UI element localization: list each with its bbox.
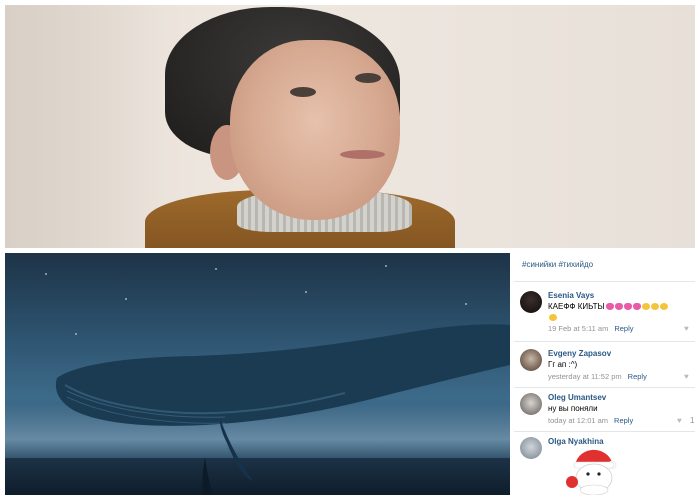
heart-icon[interactable]: ♥ xyxy=(684,324,689,333)
comments-panel: #синийки #тихийдо Esenia Vays КАЕФФ КИЬТ… xyxy=(514,253,695,495)
right-eye xyxy=(355,73,381,83)
whale-silhouette xyxy=(56,324,510,495)
comment-author[interactable]: Oleg Umantsev xyxy=(548,393,606,402)
avatar[interactable] xyxy=(520,437,542,459)
comment-meta: yesterday at 11:52 pm Reply xyxy=(548,372,647,381)
face-shape xyxy=(230,40,400,220)
heart-icon[interactable]: ♥ xyxy=(677,416,682,425)
left-eye xyxy=(290,87,316,97)
avatar[interactable] xyxy=(520,291,542,313)
comment-date[interactable]: yesterday at 11:52 pm xyxy=(548,372,622,381)
pink-heart-emoji xyxy=(632,303,641,310)
reply-link[interactable]: Reply xyxy=(628,372,647,381)
avatar[interactable] xyxy=(520,349,542,371)
comment-text: ну вы поняли xyxy=(548,404,598,413)
comment-text: КАЕФФ КИЬТЫ xyxy=(548,302,668,311)
crying-face-emoji xyxy=(641,303,650,310)
pink-heart-emoji xyxy=(614,303,623,310)
comment-text-line2 xyxy=(548,313,557,322)
reply-link[interactable]: Reply xyxy=(614,324,633,333)
comment-item: Evgeny Zapasov Гг ап :^) yesterday at 11… xyxy=(514,347,695,387)
comment-author[interactable]: Esenia Vays xyxy=(548,291,594,300)
blue-whale-photo xyxy=(5,253,510,495)
divider xyxy=(514,387,695,388)
reply-link[interactable]: Reply xyxy=(614,416,633,425)
comment-item: Esenia Vays КАЕФФ КИЬТЫ 19 Feb at 5:11 a… xyxy=(514,289,695,337)
crying-face-emoji xyxy=(650,303,659,310)
divider xyxy=(514,341,695,342)
heart-icon[interactable]: ♥ xyxy=(684,372,689,381)
crying-face-emoji xyxy=(659,303,668,310)
comment-text: Гг ап :^) xyxy=(548,360,578,369)
pink-heart-emoji xyxy=(623,303,632,310)
santa-sticker xyxy=(566,449,617,495)
portrait-photo xyxy=(5,5,695,248)
comment-item: Oleg Umantsev ну вы поняли today at 12:0… xyxy=(514,391,695,431)
comment-meta: 19 Feb at 5:11 am Reply xyxy=(548,324,634,333)
comment-author[interactable]: Olga Nyakhina xyxy=(548,437,604,446)
comment-date[interactable]: today at 12:01 am xyxy=(548,416,608,425)
like-count: 1 xyxy=(690,416,695,425)
post-hashtags[interactable]: #синийки #тихийдо xyxy=(522,260,593,269)
crying-face-emoji xyxy=(549,314,557,321)
pink-heart-emoji xyxy=(605,303,614,310)
comment-author[interactable]: Evgeny Zapasov xyxy=(548,349,611,358)
comment-meta: today at 12:01 am Reply xyxy=(548,416,633,425)
avatar[interactable] xyxy=(520,393,542,415)
wall-shadow xyxy=(5,5,165,248)
comment-date[interactable]: 19 Feb at 5:11 am xyxy=(548,324,608,333)
divider xyxy=(514,431,695,432)
divider xyxy=(514,281,695,282)
mouth xyxy=(340,150,385,159)
